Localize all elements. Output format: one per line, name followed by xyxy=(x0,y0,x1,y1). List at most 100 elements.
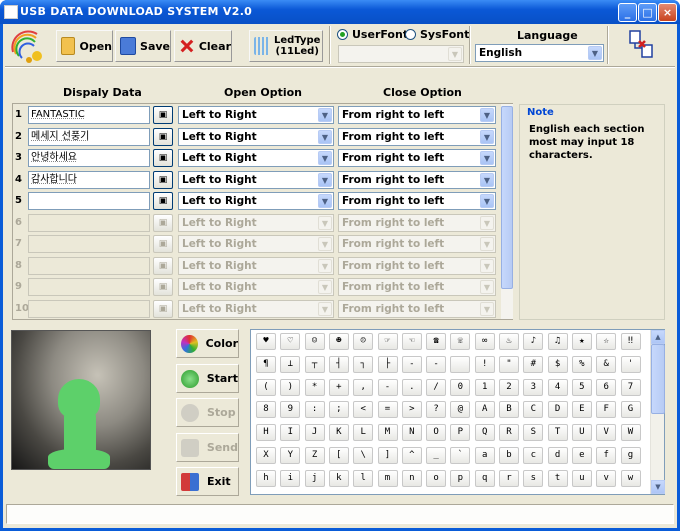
char-key[interactable]: m xyxy=(377,469,398,487)
char-key[interactable]: ♪ xyxy=(523,333,544,350)
char-key[interactable]: / xyxy=(426,378,447,396)
char-key[interactable]: j xyxy=(304,469,325,487)
open-option-select[interactable]: Left to Right ▼ xyxy=(178,170,334,189)
language-select[interactable]: English ▼ xyxy=(475,44,604,62)
font-picker-button[interactable]: ▣ xyxy=(153,106,173,124)
font-picker-button[interactable]: ▣ xyxy=(153,127,173,146)
char-key[interactable]: 2 xyxy=(499,378,519,396)
open-option-select[interactable]: Left to Right ▼ xyxy=(178,278,334,296)
close-option-select[interactable]: From right to left ▼ xyxy=(338,278,496,296)
char-key[interactable]: A xyxy=(474,401,495,419)
char-key[interactable]: ☺ xyxy=(304,333,325,350)
display-text-input[interactable] xyxy=(28,256,150,275)
char-key[interactable]: ‐ xyxy=(401,355,422,373)
font-picker-button[interactable]: ▣ xyxy=(153,149,173,167)
char-key[interactable]: u xyxy=(571,469,592,487)
char-key[interactable]: ^ xyxy=(401,447,422,464)
char-key[interactable]: # xyxy=(523,355,544,373)
char-key[interactable]: Y xyxy=(280,447,301,464)
char-key[interactable]: i xyxy=(280,469,301,487)
save-button[interactable]: Save xyxy=(115,30,171,62)
char-key[interactable]: ☜ xyxy=(401,333,422,350)
char-key[interactable]: , xyxy=(353,378,374,396)
char-key[interactable]: 1 xyxy=(474,378,495,396)
font-picker-button[interactable]: ▣ xyxy=(153,278,173,296)
display-text-input[interactable] xyxy=(28,192,150,210)
char-key[interactable]: ) xyxy=(280,378,301,396)
char-key[interactable]: ' xyxy=(620,355,641,373)
close-option-select[interactable]: From right to left ▼ xyxy=(338,213,496,232)
char-key[interactable]: > xyxy=(401,401,422,419)
char-key[interactable]: H xyxy=(256,424,276,442)
char-key[interactable]: ♥ xyxy=(256,333,276,350)
close-option-select[interactable]: From right to left ▼ xyxy=(338,299,496,318)
char-key[interactable]: ★ xyxy=(571,333,592,350)
usb-connect-icon[interactable] xyxy=(627,28,657,60)
char-key[interactable]: ☏ xyxy=(450,333,471,350)
char-key[interactable]: q xyxy=(474,469,495,487)
close-option-select[interactable]: From right to left ▼ xyxy=(338,149,496,167)
char-key[interactable]: k xyxy=(328,469,349,487)
char-key[interactable] xyxy=(450,355,471,373)
char-key[interactable]: W xyxy=(620,424,641,442)
char-key[interactable]: : xyxy=(304,401,325,419)
font-picker-button[interactable]: ▣ xyxy=(153,192,173,210)
font-picker-button[interactable]: ▣ xyxy=(153,170,173,189)
open-option-select[interactable]: Left to Right ▼ xyxy=(178,235,334,253)
char-key[interactable]: p xyxy=(450,469,471,487)
char-key[interactable]: T xyxy=(547,424,568,442)
char-key[interactable]: J xyxy=(304,424,325,442)
char-key[interactable]: F xyxy=(596,401,617,419)
char-key[interactable]: t xyxy=(547,469,568,487)
char-key[interactable]: s xyxy=(523,469,544,487)
char-key[interactable]: < xyxy=(353,401,374,419)
char-key[interactable]: U xyxy=(571,424,592,442)
char-key[interactable]: " xyxy=(499,355,519,373)
char-key[interactable]: 6 xyxy=(596,378,617,396)
scrollbar-thumb[interactable] xyxy=(651,344,665,414)
char-key[interactable]: \ xyxy=(353,447,374,464)
font-picker-button[interactable]: ▣ xyxy=(153,235,173,253)
close-option-select[interactable]: From right to left ▼ xyxy=(338,192,496,210)
char-key[interactable]: 3 xyxy=(523,378,544,396)
char-key[interactable]: e xyxy=(571,447,592,464)
char-key[interactable]: G xyxy=(620,401,641,419)
open-option-select[interactable]: Left to Right ▼ xyxy=(178,149,334,167)
char-key[interactable]: - xyxy=(377,378,398,396)
char-key[interactable]: 0 xyxy=(450,378,471,396)
char-key[interactable]: = xyxy=(377,401,398,419)
char-key[interactable]: D xyxy=(547,401,568,419)
close-option-select[interactable]: From right to left ▼ xyxy=(338,106,496,124)
scroll-down-icon[interactable]: ▼ xyxy=(651,480,665,494)
char-key[interactable]: 8 xyxy=(256,401,276,419)
char-key[interactable]: L xyxy=(353,424,374,442)
char-key[interactable]: ┬ xyxy=(304,355,325,373)
char-key[interactable]: ; xyxy=(328,401,349,419)
char-key[interactable]: ( xyxy=(256,378,276,396)
char-key[interactable]: ♫ xyxy=(547,333,568,350)
char-key[interactable]: 4 xyxy=(547,378,568,396)
char-key[interactable]: K xyxy=(328,424,349,442)
char-key[interactable]: V xyxy=(596,424,617,442)
char-key[interactable]: b xyxy=(499,447,519,464)
char-key[interactable]: ┐ xyxy=(353,355,374,373)
char-key[interactable]: r xyxy=(499,469,519,487)
color-button[interactable]: Color xyxy=(176,329,239,358)
char-key[interactable]: ¶ xyxy=(256,355,276,373)
char-key[interactable]: O xyxy=(426,424,447,442)
font-picker-button[interactable]: ▣ xyxy=(153,213,173,232)
char-key[interactable]: 7 xyxy=(620,378,641,396)
display-text-input[interactable] xyxy=(28,235,150,253)
send-button[interactable]: Send xyxy=(176,433,239,462)
open-option-select[interactable]: Left to Right ▼ xyxy=(178,299,334,318)
close-option-select[interactable]: From right to left ▼ xyxy=(338,235,496,253)
char-key[interactable]: ‑ xyxy=(426,355,447,373)
char-key[interactable]: ☆ xyxy=(596,333,617,350)
char-key[interactable]: ☞ xyxy=(377,333,398,350)
char-key[interactable]: 5 xyxy=(571,378,592,396)
char-key[interactable]: ┤ xyxy=(328,355,349,373)
display-text-input[interactable] xyxy=(28,299,150,318)
close-option-select[interactable]: From right to left ▼ xyxy=(338,170,496,189)
char-key[interactable]: ∞ xyxy=(474,333,495,350)
char-key[interactable]: ☹ xyxy=(353,333,374,350)
